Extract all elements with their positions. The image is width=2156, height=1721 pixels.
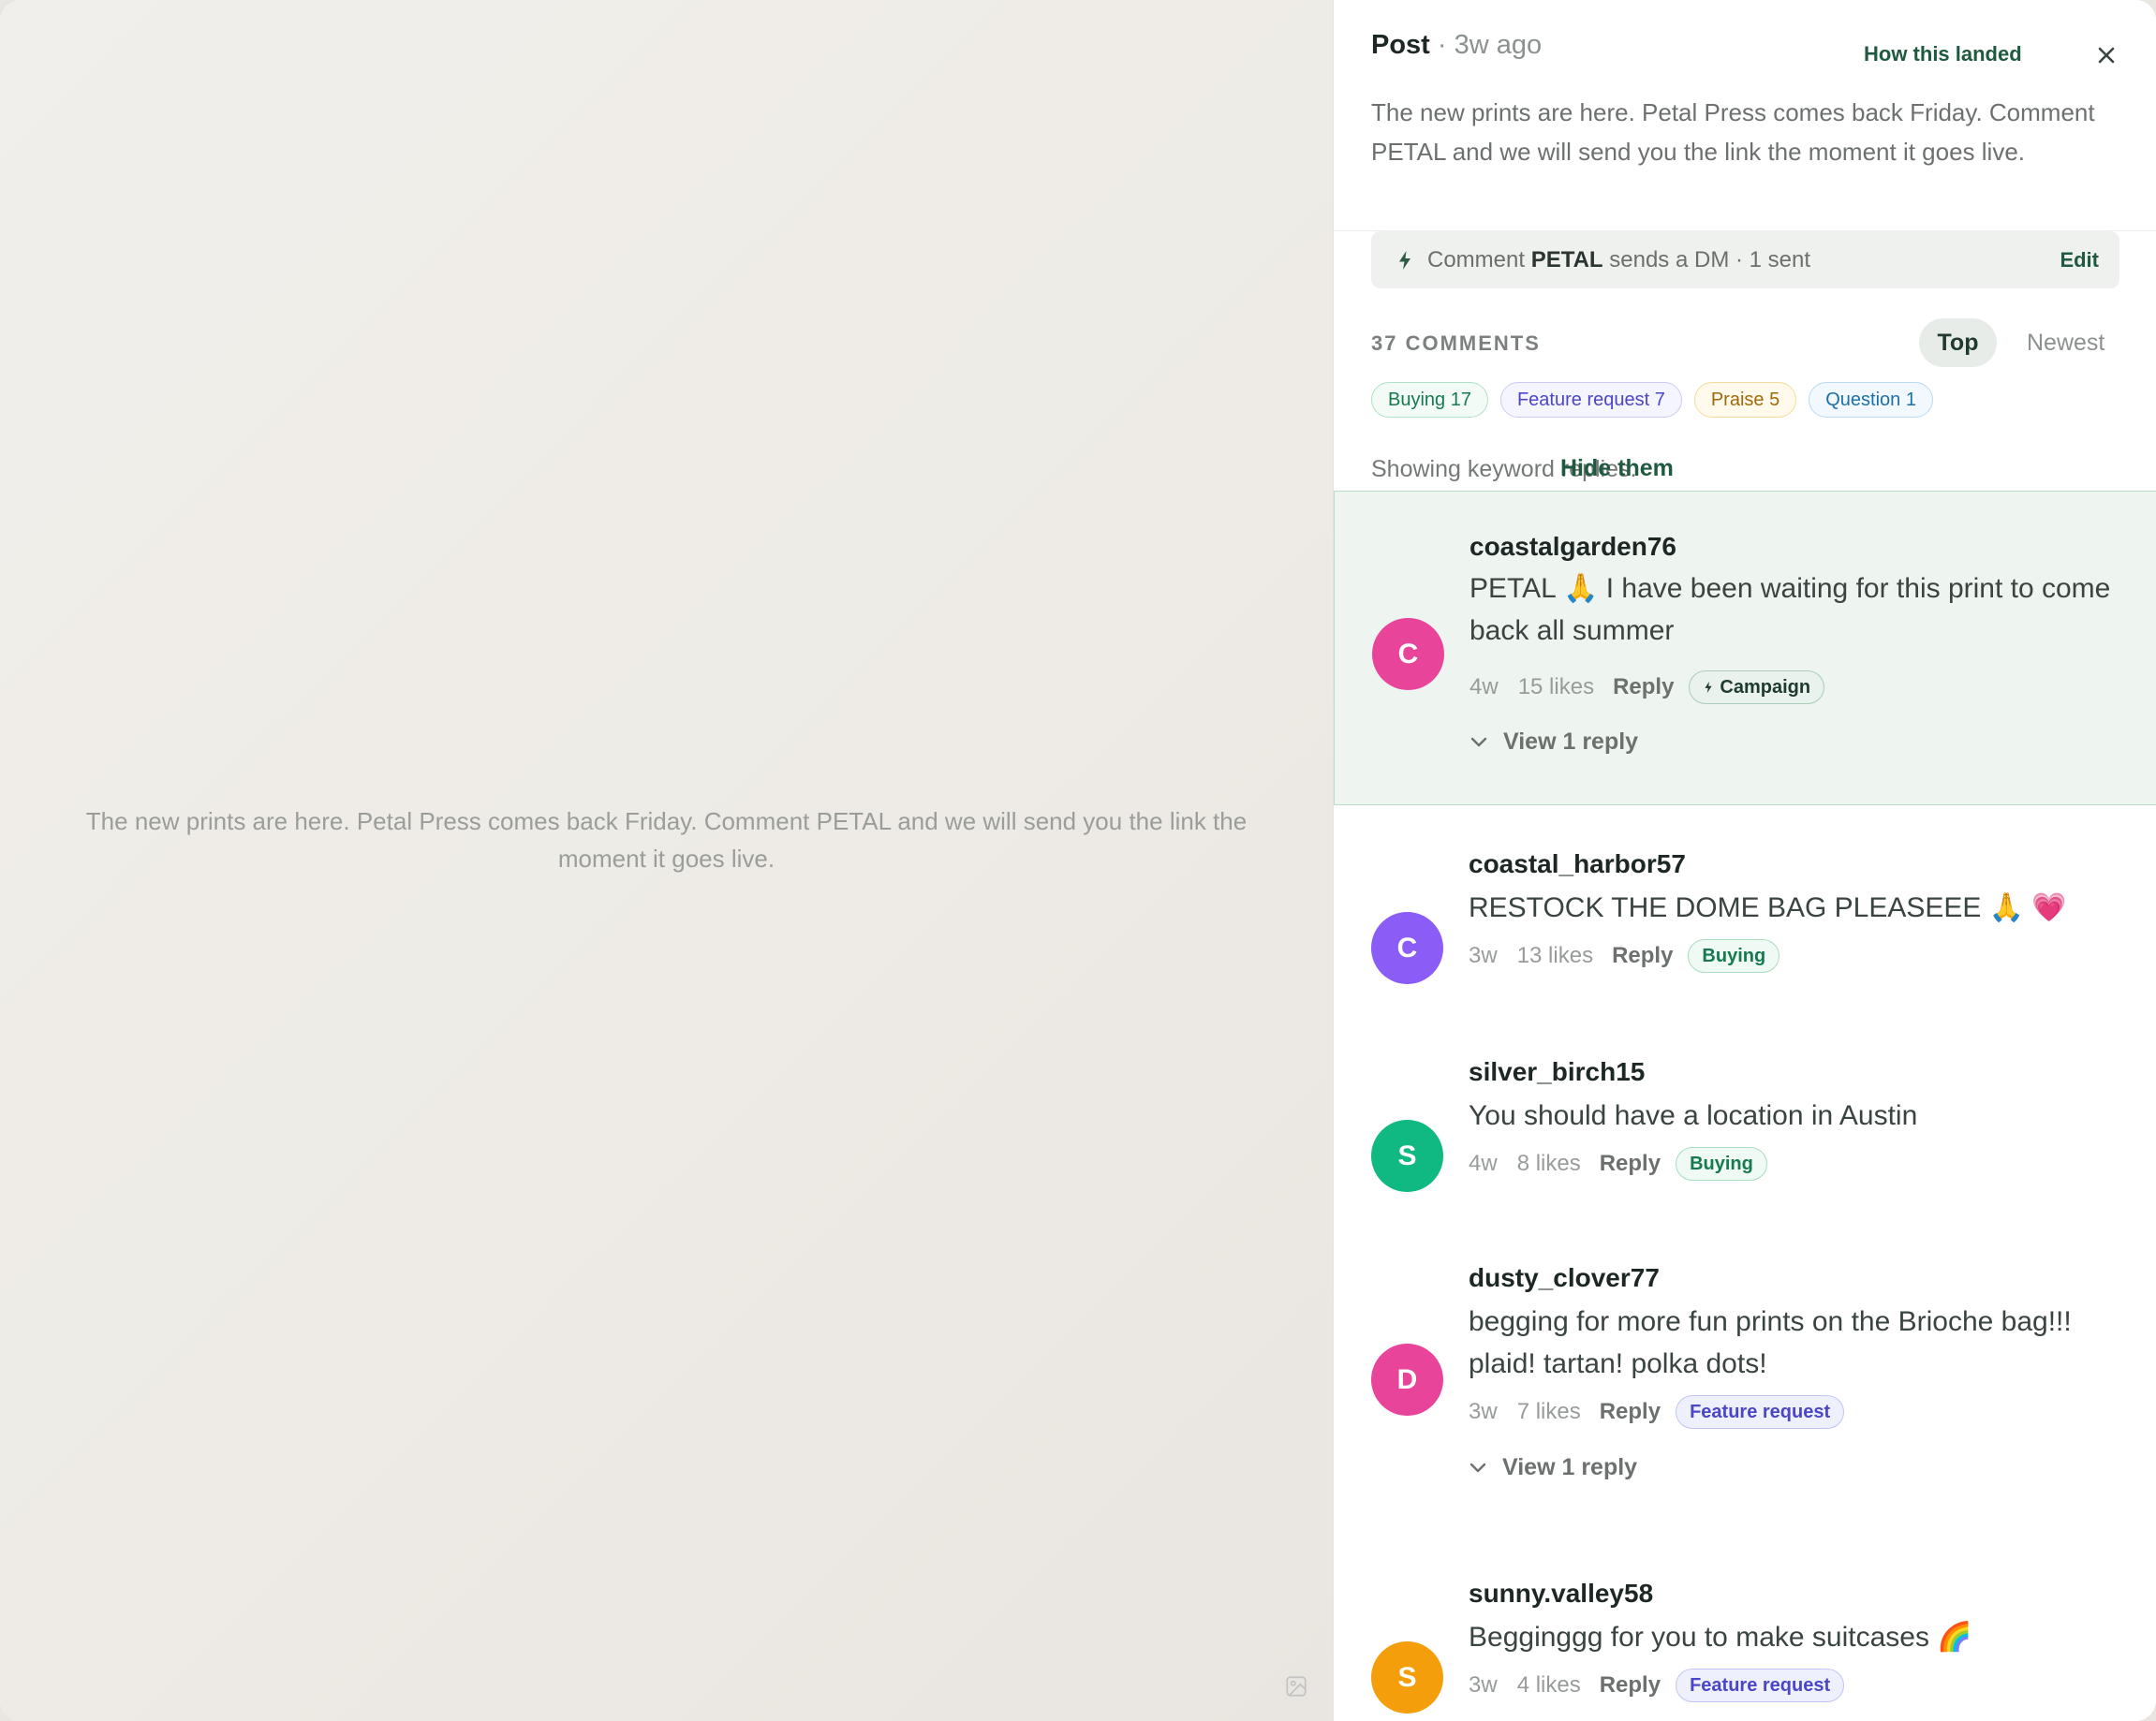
- comment-username[interactable]: coastal_harbor57: [1469, 849, 1686, 879]
- comment-meta: 3w 7 likes Reply Feature request: [1469, 1395, 1845, 1429]
- chevron-down-icon: [1470, 737, 1487, 746]
- reply-button[interactable]: Reply: [1613, 674, 1674, 700]
- chip-praise[interactable]: Praise 5: [1693, 382, 1797, 418]
- avatar[interactable]: S: [1371, 1120, 1443, 1192]
- buying-tag: Buying: [1688, 939, 1780, 973]
- comment-likes: 4 likes: [1516, 1672, 1581, 1698]
- automation-suffix: sends a DM · 1 sent: [1609, 246, 1811, 272]
- reply-button[interactable]: Reply: [1600, 1151, 1661, 1177]
- comment-age: 4w: [1469, 674, 1499, 699]
- comment-username[interactable]: silver_birch15: [1469, 1057, 1645, 1087]
- feature-request-tag: Feature request: [1676, 1669, 1845, 1702]
- comment-item: C coastal_harbor57 RESTOCK THE DOME BAG …: [1334, 824, 2156, 993]
- media-caption: The new prints are here. Petal Press com…: [85, 807, 1248, 873]
- comment-item: S silver_birch15 You should have a locat…: [1334, 1030, 2156, 1199]
- post-modal: The new prints are here. Petal Press com…: [0, 0, 2156, 1721]
- comment-likes: 15 likes: [1517, 674, 1595, 699]
- reply-button[interactable]: Reply: [1600, 1672, 1661, 1699]
- comment-username[interactable]: coastalgarden76: [1469, 532, 1676, 562]
- comment-count: 37 COMMENTS: [1371, 331, 1541, 355]
- close-icon: [2098, 47, 2115, 64]
- comment-age: 3w: [1469, 1399, 1498, 1424]
- how-this-landed-link[interactable]: How this landed: [1864, 42, 2022, 66]
- automation-keyword: PETAL: [1530, 246, 1603, 272]
- view-replies-button[interactable]: View 1 reply: [1469, 1454, 1637, 1481]
- comment-username[interactable]: dusty_clover77: [1469, 1263, 1660, 1293]
- comment-meta: 3w 4 likes Reply Feature request: [1469, 1669, 1845, 1702]
- comment-text: begging for more fun prints on the Brioc…: [1469, 1306, 2072, 1379]
- comment-age: 3w: [1469, 1672, 1498, 1698]
- automation-text: Comment PETAL sends a DM · 1 sent: [1427, 247, 1810, 273]
- comment-text: RESTOCK THE DOME BAG PLEASEEE 🙏 💗: [1469, 892, 2067, 923]
- comment-meta: 4w 8 likes Reply Buying: [1469, 1147, 1767, 1181]
- comment-likes: 8 likes: [1516, 1151, 1581, 1176]
- avatar[interactable]: D: [1371, 1344, 1443, 1416]
- comment-meta: 4w 15 likes Reply Campaign: [1469, 670, 1825, 704]
- sort-newest-button[interactable]: Newest: [2027, 318, 2104, 367]
- comment-age: 3w: [1469, 943, 1498, 968]
- comment-item: D dusty_clover77 begging for more fun pr…: [1334, 1236, 2156, 1517]
- post-label: Post: [1371, 30, 1430, 60]
- chip-buying[interactable]: Buying 17: [1371, 382, 1488, 418]
- sort-top-button[interactable]: Top: [1919, 318, 1997, 367]
- view-replies-button[interactable]: View 1 reply: [1469, 728, 1638, 756]
- image-icon: [1286, 1676, 1307, 1697]
- comment-age: 4w: [1469, 1151, 1498, 1176]
- category-chips: Buying 17 Feature request 7 Praise 5 Que…: [1371, 382, 1933, 418]
- automation-prefix: Comment: [1427, 246, 1526, 272]
- view-replies-label: View 1 reply: [1502, 1454, 1638, 1480]
- post-separator: ·: [1437, 30, 1447, 60]
- comment-meta: 3w 13 likes Reply Buying: [1469, 939, 1780, 973]
- keyword-automation-bar: Comment PETAL sends a DM · 1 sent Edit: [1371, 231, 2119, 288]
- media-preview: The new prints are here. Petal Press com…: [0, 0, 1333, 1721]
- post-header: Post · 3w ago: [1371, 30, 1542, 61]
- hide-keyword-replies-button[interactable]: Hide them: [1560, 455, 1674, 482]
- chevron-down-icon: [1469, 1463, 1486, 1472]
- post-caption: The new prints are here. Petal Press com…: [1371, 98, 2095, 166]
- view-replies-label: View 1 reply: [1503, 728, 1639, 755]
- tag-label: Campaign: [1720, 676, 1811, 698]
- campaign-tag: Campaign: [1689, 670, 1825, 704]
- comment-likes: 13 likes: [1516, 943, 1594, 968]
- chip-feature-request[interactable]: Feature request 7: [1499, 382, 1682, 418]
- comment-text: Begginggg for you to make suitcases 🌈: [1469, 1622, 1972, 1653]
- avatar[interactable]: C: [1371, 912, 1443, 984]
- bolt-icon: [1705, 682, 1713, 693]
- bolt-icon: [1399, 250, 1410, 270]
- chip-question[interactable]: Question 1: [1809, 382, 1933, 418]
- post-detail-panel: Post · 3w ago How this landed The new pr…: [1333, 0, 2156, 1721]
- comment-item: S sunny.valley58 Begginggg for you to ma…: [1334, 1554, 2156, 1721]
- comment-text: You should have a location in Austin: [1469, 1100, 1918, 1131]
- comment-text: PETAL 🙏 I have been waiting for this pri…: [1469, 573, 2111, 646]
- avatar[interactable]: C: [1372, 618, 1444, 690]
- edit-automation-button[interactable]: Edit: [2060, 248, 2099, 272]
- comment-username[interactable]: sunny.valley58: [1469, 1579, 1653, 1609]
- reply-button[interactable]: Reply: [1612, 943, 1673, 969]
- reply-button[interactable]: Reply: [1600, 1399, 1661, 1425]
- avatar[interactable]: S: [1371, 1641, 1443, 1714]
- comment-item: C coastalgarden76 PETAL 🙏 I have been wa…: [1334, 491, 2156, 805]
- close-button[interactable]: [2090, 39, 2122, 71]
- buying-tag: Buying: [1676, 1147, 1767, 1181]
- post-age: 3w ago: [1454, 30, 1543, 60]
- comment-likes: 7 likes: [1516, 1399, 1581, 1424]
- feature-request-tag: Feature request: [1676, 1395, 1845, 1429]
